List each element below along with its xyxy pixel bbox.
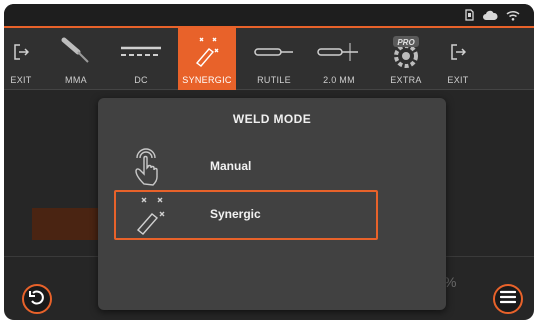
menu-item-exit-left[interactable]: EXIT: [6, 28, 36, 90]
menu-item-electrode-size[interactable]: 2.0 MM: [310, 28, 368, 90]
menu-item-dc[interactable]: DC: [116, 28, 166, 90]
undo-icon: [28, 288, 46, 311]
option-label: Manual: [210, 159, 252, 173]
menu-item-rutile[interactable]: RUTILE: [248, 28, 300, 90]
electrode-holder-icon: [52, 34, 100, 70]
menu-item-label: SYNERGIC: [182, 75, 232, 85]
menu-item-exit-right[interactable]: EXIT: [442, 28, 474, 90]
menu-item-extra[interactable]: PRO EXTRA: [380, 28, 432, 90]
option-label: Synergic: [210, 207, 261, 221]
exit-icon: [442, 34, 474, 70]
hand-touch-icon: [130, 146, 174, 188]
menu-bar: EXIT MMA DC SYNERGIC RUTILE 2.0 MM PRO E…: [4, 28, 534, 90]
menu-item-synergic[interactable]: SYNERGIC: [178, 28, 236, 90]
menu-button[interactable]: [493, 284, 523, 314]
dc-current-icon: [116, 34, 166, 70]
hamburger-menu-icon: [499, 290, 517, 309]
menu-item-label: MMA: [65, 75, 87, 85]
menu-item-label: EXIT: [10, 75, 32, 85]
electrode-diameter-icon: [310, 34, 368, 70]
synergic-icon: [178, 34, 236, 70]
welder-screen: EXIT MMA DC SYNERGIC RUTILE 2.0 MM PRO E…: [4, 4, 534, 320]
menu-item-label: 2.0 MM: [323, 75, 355, 85]
exit-icon: [6, 34, 36, 70]
pro-gear-icon: PRO: [380, 34, 432, 70]
menu-item-label: EXTRA: [390, 75, 422, 85]
rutile-electrode-icon: [248, 34, 300, 70]
menu-item-label: EXIT: [447, 75, 469, 85]
weld-mode-dialog: WELD MODE Manual Synergic: [98, 98, 446, 310]
option-manual[interactable]: Manual: [114, 142, 378, 192]
option-synergic[interactable]: Synergic: [114, 190, 378, 240]
sd-card-icon: [465, 8, 474, 26]
wifi-icon: [506, 8, 520, 26]
menu-item-label: DC: [134, 75, 148, 85]
status-bar: [4, 4, 534, 26]
back-button[interactable]: [22, 284, 52, 314]
menu-item-mma[interactable]: MMA: [52, 28, 100, 90]
dialog-title: WELD MODE: [232, 112, 312, 126]
status-icons: [465, 8, 520, 26]
menu-item-label: RUTILE: [257, 75, 291, 85]
cloud-icon: [482, 8, 498, 26]
synergic-icon: [130, 194, 174, 236]
pro-badge: PRO: [397, 38, 415, 47]
